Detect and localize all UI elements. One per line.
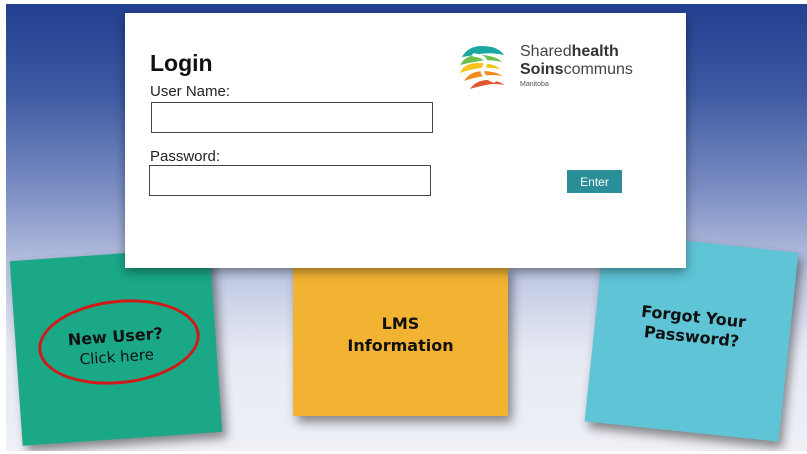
new-user-click-here[interactable]: Click here <box>79 345 154 368</box>
password-input[interactable] <box>149 165 431 196</box>
login-page-background: New User? Click here LMS Information For… <box>6 4 807 451</box>
logo-manitoba: Manitoba <box>520 81 549 88</box>
logo-soins: Soins <box>520 61 564 78</box>
new-user-tile[interactable]: New User? Click here <box>9 247 223 446</box>
login-panel: Login User Name: Password: Enter Sharedh… <box>125 13 686 268</box>
login-title: Login <box>150 50 213 76</box>
lms-information-tile[interactable]: LMS Information <box>293 266 508 416</box>
lms-label: LMS <box>381 314 420 333</box>
shared-health-logo: Sharedhealth Soinscommuns Manitoba <box>460 41 660 101</box>
username-label: User Name: <box>150 83 231 100</box>
logo-shared: Shared <box>520 43 572 60</box>
logo-communs: communs <box>563 61 633 78</box>
logo-health: health <box>571 43 619 60</box>
information-label: Information <box>347 336 454 355</box>
password-label: Password: <box>150 148 221 165</box>
shared-health-logo-mark-icon <box>460 46 504 89</box>
enter-button[interactable]: Enter <box>567 170 622 193</box>
username-input[interactable] <box>151 102 433 133</box>
logo-text: Sharedhealth Soinscommuns Manitoba <box>520 43 633 89</box>
